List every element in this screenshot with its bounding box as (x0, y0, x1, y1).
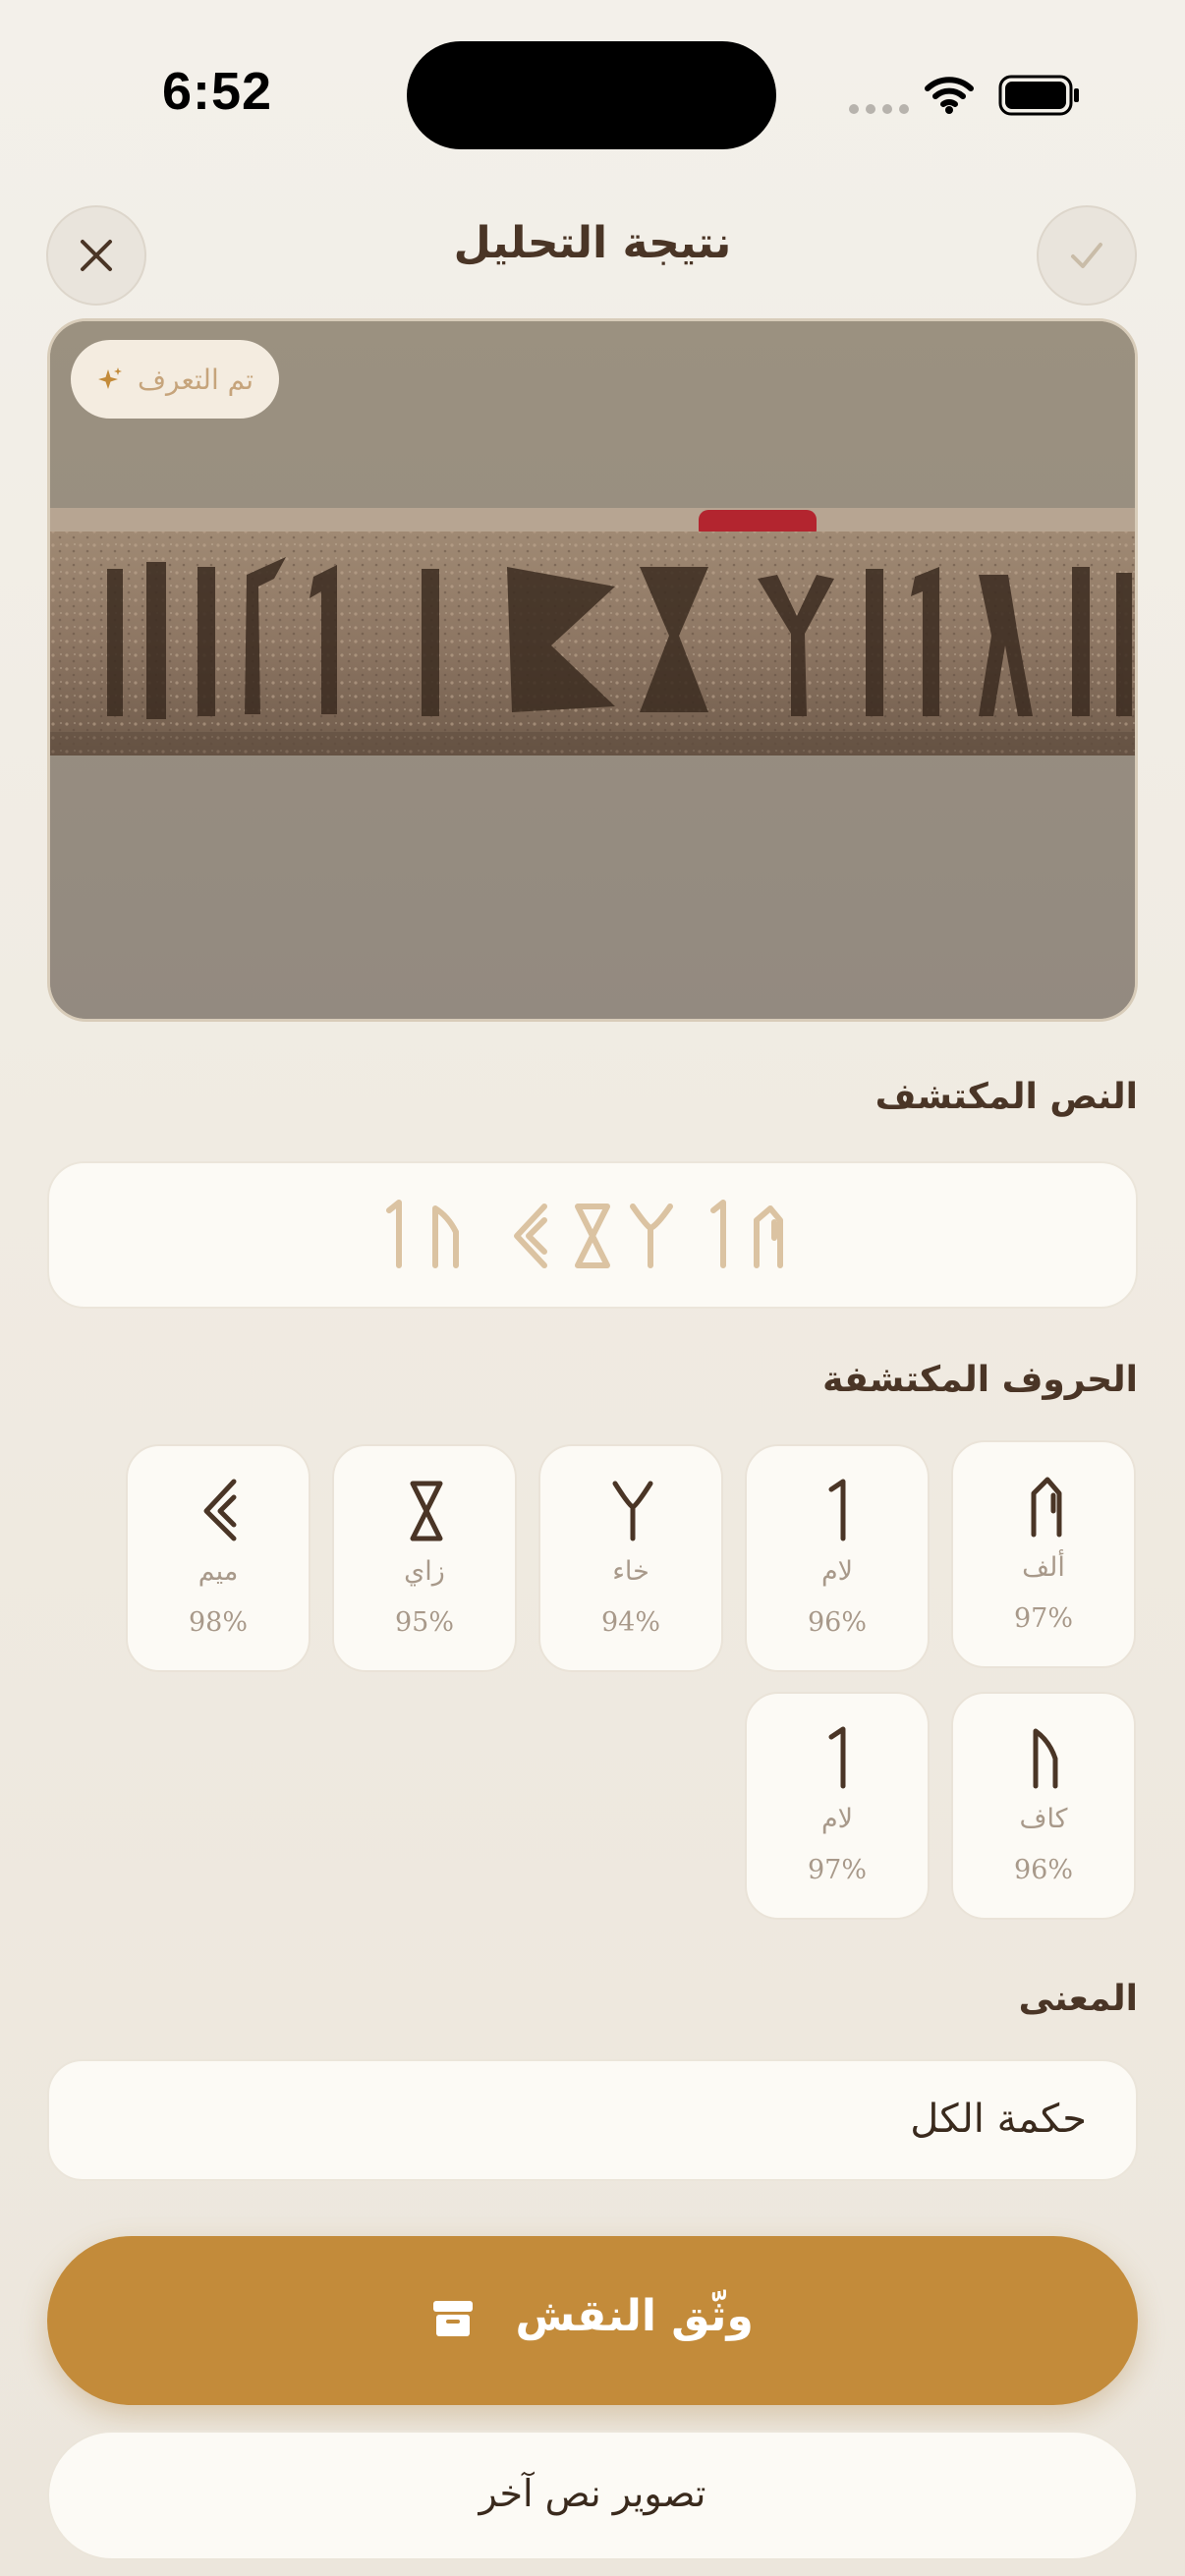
glyph-kha (612, 1481, 653, 1541)
glyph-kaf (1033, 1728, 1058, 1789)
letter-confidence: 94% (600, 1607, 660, 1638)
document-inscription-label: وثّق النقش (47, 2291, 1138, 2341)
glyph-mim (203, 1479, 237, 1541)
checkmark-icon (1071, 243, 1102, 268)
letter-name: ألف (1022, 1552, 1065, 1583)
glyph-lam (828, 1726, 846, 1789)
letter-name: زاي (404, 1556, 445, 1587)
letter-card-kaf[interactable]: كاف 96% (951, 1692, 1136, 1920)
letter-card-alef[interactable]: ألف 97% (951, 1440, 1136, 1668)
letter-card-mim[interactable]: ميم 98% (126, 1444, 310, 1672)
page-title: نتيجة التحليل (453, 218, 732, 268)
letter-card-lam-2[interactable]: لام 97% (745, 1692, 930, 1920)
detected-text-heading: النص المكتشف (875, 1077, 1138, 1117)
letter-confidence: 98% (188, 1607, 248, 1638)
archive-box-icon (433, 2301, 474, 2336)
wifi-icon (925, 77, 974, 114)
recognized-badge-label: تم التعرف (138, 363, 254, 396)
meaning-heading: المعنى (1018, 1979, 1138, 2019)
document-inscription-text: وثّق النقش (515, 2291, 754, 2341)
letter-card-lam[interactable]: لام 96% (745, 1444, 930, 1672)
retake-photo-label: تصوير نص آخر (479, 2472, 706, 2515)
confirm-button[interactable] (1037, 205, 1137, 306)
recognized-badge: تم التعرف (71, 340, 280, 419)
letter-confidence: 95% (394, 1607, 454, 1638)
meaning-value: حكمة الكل (910, 2097, 1087, 2142)
letter-card-kha[interactable]: خاء 94% (538, 1444, 723, 1672)
glyph-alef (1031, 1477, 1062, 1538)
meaning-box: حكمة الكل (47, 2059, 1138, 2181)
letter-name: لام (820, 1556, 854, 1587)
retake-photo-button[interactable]: تصوير نص آخر (47, 2431, 1138, 2560)
letter-name: ميم (198, 1556, 239, 1587)
cellular-signal-icon (849, 104, 909, 114)
glyph-zay (410, 1481, 443, 1541)
letter-name: لام (820, 1804, 854, 1834)
battery-icon (998, 75, 1079, 116)
status-time: 6:52 (162, 62, 273, 121)
letter-name: خاء (612, 1556, 649, 1587)
inscription-photo (47, 318, 1138, 1022)
letter-confidence: 96% (807, 1607, 867, 1638)
letter-name: كاف (1019, 1804, 1068, 1834)
sparkles-icon (98, 367, 122, 389)
detected-letters-heading: الحروف المكتشفة (822, 1360, 1138, 1400)
letter-confidence: 97% (1013, 1603, 1073, 1634)
letter-confidence: 97% (807, 1855, 867, 1885)
letter-confidence: 96% (1013, 1855, 1073, 1885)
dynamic-island (407, 41, 776, 149)
letter-card-zay[interactable]: زاي 95% (332, 1444, 517, 1672)
detected-text-value (386, 1200, 783, 1268)
detected-text-box (47, 1161, 1138, 1309)
glyph-lam (828, 1479, 846, 1541)
document-inscription-button[interactable]: وثّق النقش (47, 2236, 1138, 2405)
